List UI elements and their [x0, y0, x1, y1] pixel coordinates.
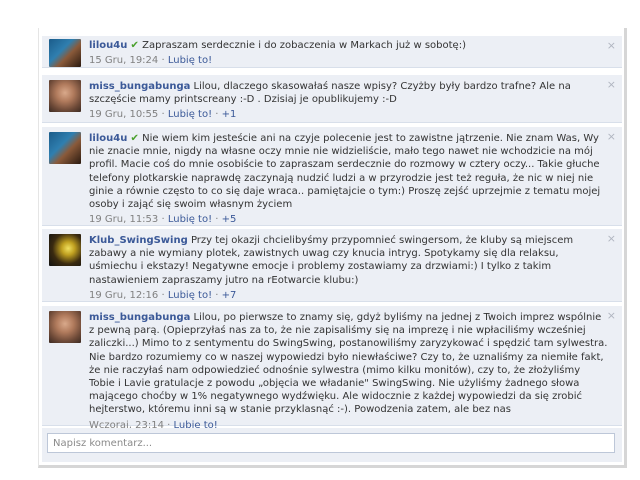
comment-item: Klub_SwingSwing Przy tej okazji chcielib…	[42, 229, 622, 302]
close-icon[interactable]: ×	[607, 79, 616, 90]
like-button[interactable]: Lubię to!	[168, 55, 212, 66]
comment-timestamp[interactable]: 15 Gru, 19:24	[89, 55, 158, 66]
avatar[interactable]	[49, 132, 81, 164]
close-icon[interactable]: ×	[607, 310, 616, 321]
comment-meta: 19 Gru, 10:55 · Lubię to! · +1	[89, 109, 237, 121]
comment-text: Lilou, po pierwsze to znamy się, gdyż by…	[89, 312, 608, 416]
avatar[interactable]	[49, 80, 81, 112]
like-button[interactable]: Lubię to!	[168, 214, 212, 225]
avatar[interactable]	[49, 311, 81, 343]
comment-meta: 19 Gru, 12:16 · Lubię to! · +7	[89, 289, 237, 301]
close-icon[interactable]: ×	[607, 131, 616, 142]
verified-check-icon: ✔	[130, 40, 139, 51]
comment-text: Zapraszam serdecznie i do zobaczenia w M…	[142, 40, 466, 51]
comment-timestamp[interactable]: 19 Gru, 12:16	[89, 290, 158, 301]
comment-composer	[42, 428, 622, 462]
like-button[interactable]: Lubię to!	[168, 290, 212, 301]
avatar[interactable]	[49, 39, 81, 67]
verified-check-icon: ✔	[130, 133, 139, 144]
like-count[interactable]: +5	[222, 214, 237, 225]
comment-item: lilou4u ✔ Zapraszam serdecznie i do zoba…	[42, 36, 622, 68]
like-count[interactable]: +1	[222, 109, 237, 120]
author-link[interactable]: lilou4u	[89, 40, 127, 51]
author-link[interactable]: miss_bungabunga	[89, 81, 190, 92]
comment-timestamp[interactable]: 19 Gru, 11:53	[89, 214, 158, 225]
avatar[interactable]	[49, 234, 81, 266]
like-count[interactable]: +7	[222, 290, 237, 301]
comment-text: Nie wiem kim jesteście ani na czyje pole…	[89, 133, 601, 211]
author-link[interactable]: lilou4u	[89, 133, 127, 144]
close-icon[interactable]: ×	[607, 233, 616, 244]
comment-meta: 19 Gru, 11:53 · Lubię to! · +5	[89, 214, 237, 226]
comment-item: miss_bungabunga Lilou, dlaczego skasował…	[42, 75, 622, 123]
comment-input[interactable]	[47, 433, 615, 453]
comment-item: lilou4u ✔ Nie wiem kim jesteście ani na …	[42, 127, 622, 226]
like-button[interactable]: Lubię to!	[168, 109, 212, 120]
close-icon[interactable]: ×	[607, 40, 616, 51]
author-link[interactable]: Klub_SwingSwing	[89, 235, 188, 246]
comment-item: miss_bungabunga Lilou, po pierwsze to zn…	[42, 306, 622, 431]
comment-meta: 15 Gru, 19:24 · Lubię to!	[89, 55, 213, 67]
author-link[interactable]: miss_bungabunga	[89, 312, 190, 323]
comment-timestamp[interactable]: 19 Gru, 10:55	[89, 109, 158, 120]
